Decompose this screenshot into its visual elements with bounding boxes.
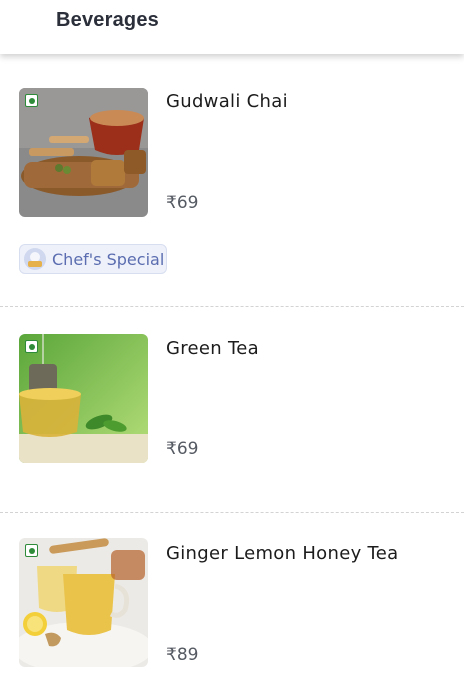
item-divider <box>0 512 464 513</box>
item-price: ₹69 <box>166 439 199 459</box>
item-divider <box>0 306 464 307</box>
veg-indicator-icon <box>25 544 38 557</box>
green-tea-photo-icon[interactable] <box>19 334 148 463</box>
ginger-lemon-tea-photo-icon[interactable] <box>19 538 148 667</box>
chefs-special-badge: Chef's Special <box>19 244 167 274</box>
badge-label: Chef's Special <box>52 250 165 269</box>
item-name: Ginger Lemon Honey Tea <box>166 543 399 564</box>
chai-photo-icon[interactable] <box>19 88 148 217</box>
section-title: Beverages <box>56 9 159 31</box>
chef-icon <box>24 248 46 270</box>
item-name: Green Tea <box>166 338 259 359</box>
veg-indicator-icon <box>25 340 38 353</box>
item-name: Gudwali Chai <box>166 91 288 112</box>
item-price: ₹89 <box>166 645 199 665</box>
section-header: Beverages <box>0 0 464 54</box>
item-price: ₹69 <box>166 193 199 213</box>
veg-indicator-icon <box>25 94 38 107</box>
